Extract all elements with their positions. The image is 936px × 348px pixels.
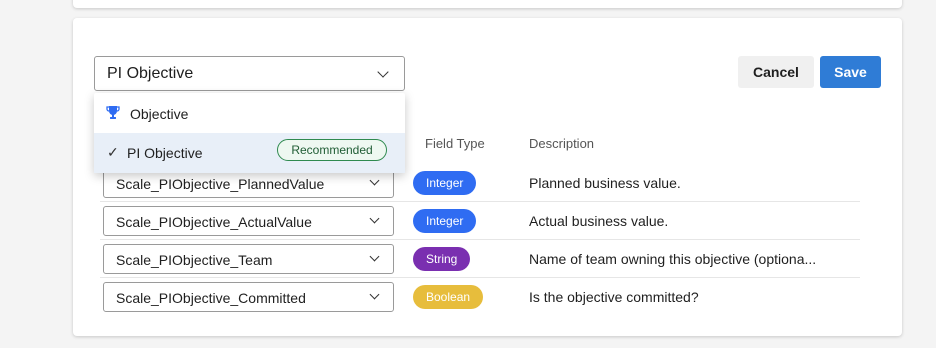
trophy-icon [106,105,120,123]
recommended-badge: Recommended [277,139,387,161]
dropdown-option-objective[interactable]: Objective [94,93,405,133]
field-name: Scale_PIObjective_ActualValue [116,214,312,230]
chevron-down-icon [377,66,389,78]
work-item-type-dropdown: Objective ✓ PI Objective Recommended [94,93,405,173]
save-button[interactable]: Save [820,56,881,88]
field-description: Name of team owning this objective (opti… [529,251,817,267]
field-description: Is the objective committed? [529,289,699,305]
field-name: Scale_PIObjective_PlannedValue [116,176,325,192]
chevron-down-icon [369,213,380,224]
field-type-badge: String [413,247,471,271]
dropdown-option-label: Objective [130,106,189,122]
table-row: Scale_PIObjective_Committed Boolean Is t… [100,278,860,316]
table-row: Scale_PIObjective_ActualValue Integer Ac… [100,202,860,240]
field-type-badge: Integer [413,171,477,195]
dropdown-option-label: PI Objective [127,145,203,161]
column-header-description: Description [529,136,595,151]
field-select[interactable]: Scale_PIObjective_Committed [103,282,394,312]
field-description: Planned business value. [529,175,681,191]
field-mapping-card: PI Objective Cancel Save Field Type Desc… [73,18,902,336]
field-name: Scale_PIObjective_Committed [116,290,306,306]
dropdown-option-pi-objective[interactable]: ✓ PI Objective Recommended [94,133,405,173]
field-name: Scale_PIObjective_Team [116,252,273,268]
checkmark-icon: ✓ [107,144,119,160]
field-description: Actual business value. [529,213,669,229]
chevron-down-icon [369,251,380,262]
work-item-type-value: PI Objective [107,65,194,82]
chevron-down-icon [369,289,380,300]
table-row: Scale_PIObjective_Team String Name of te… [100,240,860,278]
column-header-field-type: Field Type [425,136,485,151]
field-select[interactable]: Scale_PIObjective_Team [103,244,394,274]
previous-card [73,0,902,8]
field-type-badge: Boolean [413,285,484,309]
field-select[interactable]: Scale_PIObjective_ActualValue [103,206,394,236]
field-type-badge: Integer [413,209,477,233]
cancel-button[interactable]: Cancel [738,56,814,88]
work-item-type-select[interactable]: PI Objective [94,56,405,91]
chevron-down-icon [369,175,380,186]
